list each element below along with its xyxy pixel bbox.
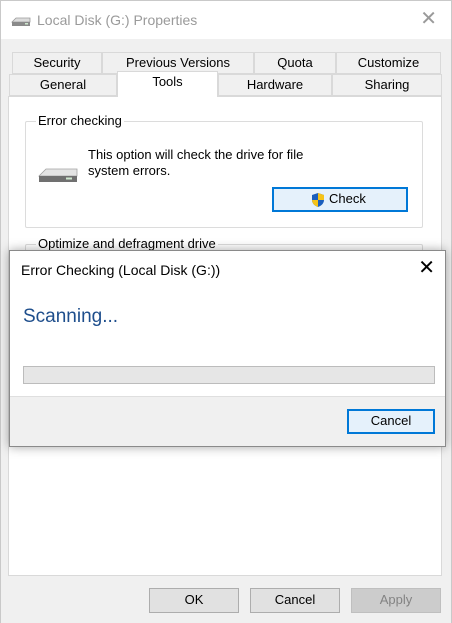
- close-icon[interactable]: ✕: [418, 258, 435, 278]
- tab-tools[interactable]: Tools: [117, 71, 218, 97]
- uac-shield-icon: [312, 193, 324, 207]
- drive-icon: [38, 168, 78, 182]
- dialog-title: Error Checking (Local Disk (G:)): [21, 262, 221, 278]
- error-checking-dialog: Error Checking (Local Disk (G:)) ✕ Scann…: [9, 250, 446, 447]
- dialog-cancel-button[interactable]: Cancel: [347, 409, 435, 434]
- dialog-footer: Cancel: [10, 396, 445, 446]
- check-button[interactable]: Check: [272, 187, 408, 212]
- apply-button: Apply: [351, 588, 441, 613]
- error-checking-group: Error checking This option will check th…: [25, 113, 423, 228]
- tab-security[interactable]: Security: [12, 52, 102, 74]
- window-title: Local Disk (G:) Properties: [37, 12, 198, 28]
- error-checking-label: Error checking: [36, 113, 124, 128]
- error-checking-description-line2: system errors.: [88, 163, 171, 178]
- tab-general[interactable]: General: [9, 74, 117, 96]
- footer-area: OK Cancel Apply: [1, 577, 451, 623]
- properties-window: Local Disk (G:) Properties ✕ Security Pr…: [0, 0, 452, 623]
- optimize-label: Optimize and defragment drive: [36, 236, 218, 251]
- error-checking-description-line1: This option will check the drive for fil…: [88, 147, 304, 162]
- title-bar[interactable]: Local Disk (G:) Properties ✕: [1, 1, 451, 39]
- close-icon[interactable]: ✕: [420, 9, 437, 29]
- scanning-status: Scanning...: [23, 306, 119, 327]
- ok-button[interactable]: OK: [149, 588, 239, 613]
- tab-customize[interactable]: Customize: [336, 52, 441, 74]
- tab-quota[interactable]: Quota: [254, 52, 336, 74]
- tab-sharing[interactable]: Sharing: [332, 74, 442, 96]
- scan-progress-bar: [23, 366, 435, 384]
- tab-hardware[interactable]: Hardware: [218, 74, 332, 96]
- drive-icon: [11, 17, 31, 26]
- cancel-button[interactable]: Cancel: [250, 588, 340, 613]
